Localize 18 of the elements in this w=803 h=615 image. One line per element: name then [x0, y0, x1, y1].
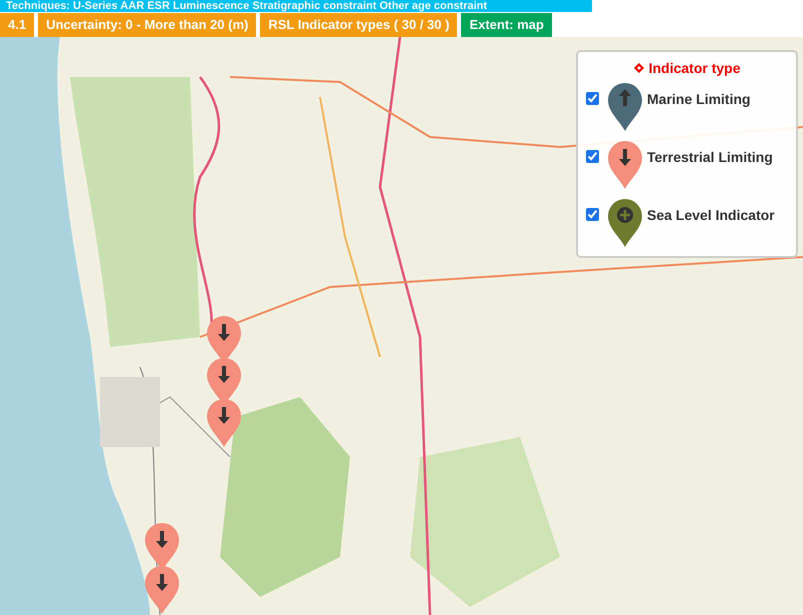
filter-tag[interactable]: RSL Indicator types ( 30 / 30 )	[260, 13, 458, 37]
legend-label: Sea Level Indicator	[647, 207, 775, 223]
legend-marker-icon[interactable]	[607, 82, 643, 132]
legend-marker-icon[interactable]	[607, 140, 643, 190]
filter-tag[interactable]: 4.1	[0, 13, 34, 37]
filter-tag[interactable]: Extent: map	[461, 13, 552, 37]
diamond-icon	[634, 63, 644, 73]
legend-label: Terrestrial Limiting	[647, 149, 773, 165]
filter-text: Techniques: U-Series AAR ESR Luminescence Stratigraphic constraint Other age constraint	[0, 0, 592, 12]
legend-checkbox[interactable]	[586, 208, 599, 221]
legend-marker-icon[interactable]	[607, 198, 643, 248]
legend-title-text: Indicator type	[648, 60, 740, 76]
map-marker[interactable]	[206, 398, 242, 448]
legend-checkbox[interactable]	[586, 150, 599, 163]
map-marker[interactable]	[144, 565, 180, 615]
legend-checkbox[interactable]	[586, 92, 599, 105]
filter-tag[interactable]: Uncertainty: 0 - More than 20 (m)	[38, 13, 256, 37]
legend-label: Marine Limiting	[647, 91, 750, 107]
